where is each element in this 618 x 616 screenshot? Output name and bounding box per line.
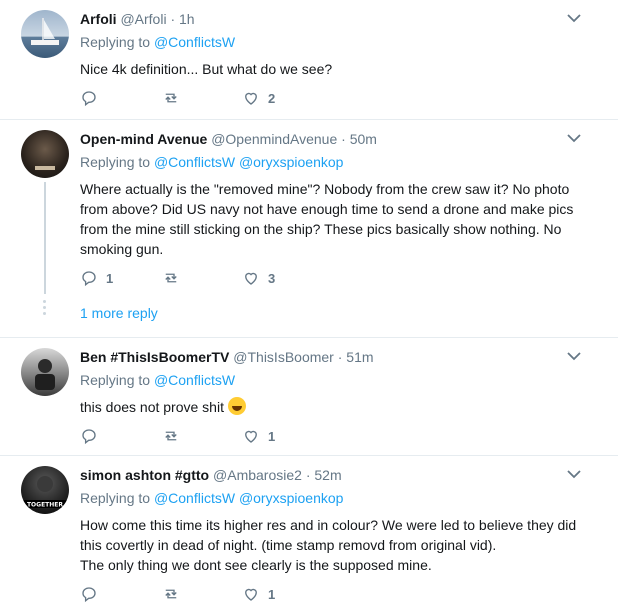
sailboat-image — [31, 18, 59, 45]
author-name[interactable]: simon ashton #gtto — [80, 467, 209, 483]
author-name[interactable]: Ben #ThisIsBoomerTV — [80, 349, 229, 365]
reply-count: 1 — [106, 270, 114, 286]
like-button[interactable]: 3 — [242, 269, 275, 287]
reply-button[interactable] — [80, 89, 106, 107]
caret-down-icon[interactable] — [566, 350, 582, 362]
laughing-emoji-icon — [227, 397, 246, 415]
reply-button[interactable] — [80, 585, 106, 603]
retweet-icon — [165, 273, 177, 283]
action-bar: 1 — [80, 427, 380, 449]
replying-label: Replying to — [80, 372, 151, 388]
avatar-image — [35, 359, 55, 390]
like-button[interactable]: 1 — [242, 427, 275, 445]
tweet-text: Nice 4k definition... But what do we see… — [80, 61, 333, 77]
replying-label: Replying to — [80, 490, 151, 506]
like-count: 3 — [268, 270, 276, 286]
like-count: 1 — [268, 586, 276, 602]
tweet-text-line: The only thing we dont see clearly is th… — [80, 557, 432, 573]
replying-label: Replying to — [80, 154, 151, 170]
retweet-icon — [165, 589, 177, 599]
timestamp[interactable]: 50m — [350, 131, 377, 147]
action-bar: 1 3 — [80, 269, 380, 291]
author-name[interactable]: Open-mind Avenue — [80, 131, 207, 147]
separator: · — [341, 131, 346, 147]
avatar[interactable] — [21, 10, 69, 58]
mention-link[interactable]: @ConflictsW — [154, 372, 235, 388]
like-icon — [245, 272, 257, 285]
tweet-arfoli[interactable]: Arfoli @Arfoli · 1h Replying to @Conflic… — [0, 0, 618, 120]
avatar-caption: TOGETHER — [27, 502, 63, 509]
tweet-text: Where actually is the "removed mine"? No… — [80, 181, 574, 257]
like-icon — [245, 430, 257, 443]
mention-link[interactable]: @oryxspioenkop — [239, 154, 344, 170]
like-count: 1 — [268, 428, 276, 444]
tweet-header: Open-mind Avenue @OpenmindAvenue · 50m — [80, 130, 377, 148]
like-button[interactable]: 2 — [242, 89, 275, 107]
author-handle[interactable]: @Arfoli — [120, 11, 166, 27]
replying-to: Replying to @ConflictsW — [80, 33, 235, 51]
caret-down-icon[interactable] — [566, 468, 582, 480]
timestamp[interactable]: 52m — [314, 467, 341, 483]
caret-down-icon[interactable] — [566, 132, 582, 144]
author-name[interactable]: Arfoli — [80, 11, 117, 27]
tweet-header: Ben #ThisIsBoomerTV @ThisIsBoomer · 51m — [80, 348, 374, 366]
timestamp[interactable]: 1h — [179, 11, 195, 27]
like-icon — [245, 588, 257, 601]
reply-icon — [82, 587, 96, 603]
retweet-icon — [165, 93, 177, 103]
separator: · — [170, 11, 176, 27]
retweet-button[interactable] — [162, 269, 188, 287]
author-handle[interactable]: @OpenmindAvenue — [211, 131, 337, 147]
retweet-button[interactable] — [162, 427, 188, 445]
tweet-header: Arfoli @Arfoli · 1h — [80, 10, 195, 28]
more-replies-link[interactable]: 1 more reply — [80, 305, 158, 321]
replying-to: Replying to @ConflictsW @oryxspioenkop — [80, 153, 343, 171]
tweet-ben-boomer[interactable]: Ben #ThisIsBoomerTV @ThisIsBoomer · 51m … — [0, 338, 618, 456]
like-button[interactable]: 1 — [242, 585, 275, 603]
retweet-button[interactable] — [162, 89, 188, 107]
thread-dots — [43, 300, 47, 318]
author-handle[interactable]: @ThisIsBoomer — [233, 349, 334, 365]
retweet-button[interactable] — [162, 585, 188, 603]
tweet-header: simon ashton #gtto @Ambarosie2 · 52m — [80, 466, 342, 484]
replying-to: Replying to @ConflictsW — [80, 371, 235, 389]
like-icon — [245, 92, 257, 105]
like-count: 2 — [268, 90, 276, 106]
mention-link[interactable]: @ConflictsW — [154, 154, 235, 170]
avatar[interactable] — [21, 130, 69, 178]
avatar[interactable] — [21, 348, 69, 396]
tweet-text: How come this time its higher res and in… — [80, 515, 600, 575]
separator: · — [337, 349, 343, 365]
avatar-image — [35, 166, 55, 170]
reply-button[interactable]: 1 — [80, 269, 113, 287]
retweet-icon — [165, 431, 177, 441]
tweet-simon-ashton[interactable]: TOGETHER simon ashton #gtto @Ambarosie2 … — [0, 456, 618, 616]
separator: · — [305, 467, 311, 483]
tweet-openmind-avenue[interactable]: Open-mind Avenue @OpenmindAvenue · 50m R… — [0, 120, 618, 338]
action-bar: 2 — [80, 89, 380, 111]
author-handle[interactable]: @Ambarosie2 — [213, 467, 302, 483]
action-bar: 1 — [80, 585, 380, 607]
avatar-image: TOGETHER — [23, 476, 67, 509]
caret-down-icon[interactable] — [566, 12, 582, 24]
reply-icon — [82, 271, 96, 287]
mention-link[interactable]: @oryxspioenkop — [239, 490, 344, 506]
tweet-text-content: this does not prove shit — [80, 399, 224, 415]
reply-icon — [82, 429, 96, 445]
timestamp[interactable]: 51m — [346, 349, 373, 365]
replying-label: Replying to — [80, 34, 151, 50]
reply-icon — [82, 91, 96, 107]
replying-to: Replying to @ConflictsW @oryxspioenkop — [80, 489, 343, 507]
tweet-text-line: How come this time its higher res and in… — [80, 517, 577, 553]
mention-link[interactable]: @ConflictsW — [154, 490, 235, 506]
mention-link[interactable]: @ConflictsW — [154, 34, 235, 50]
reply-button[interactable] — [80, 427, 106, 445]
avatar[interactable]: TOGETHER — [21, 466, 69, 514]
tweet-text: this does not prove shit — [80, 397, 600, 417]
thread-line — [44, 182, 46, 294]
